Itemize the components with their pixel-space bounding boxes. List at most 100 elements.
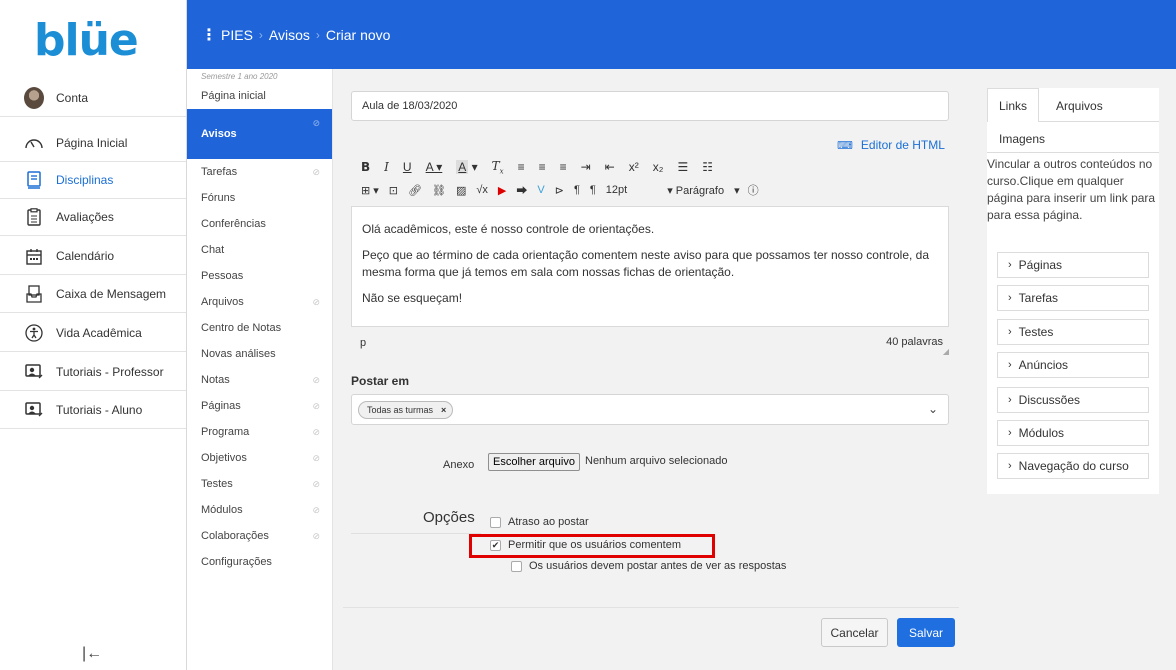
title-input[interactable] (351, 91, 949, 121)
breadcrumb-avisos[interactable]: Avisos (269, 27, 310, 43)
gnav-label: Avaliações (56, 210, 114, 224)
link-group-paginas[interactable]: › Páginas (997, 252, 1149, 278)
font-size-select[interactable]: 12pt (606, 184, 627, 196)
gnav-item-pagina-inicial[interactable]: Página Inicial (0, 125, 186, 162)
unlink-icon[interactable]: ⛓︎ (432, 184, 446, 197)
breadcrumb: PIES › Avisos › Criar novo (221, 27, 390, 43)
tab-links[interactable]: Links (999, 99, 1027, 113)
embed-icon[interactable]: ⮕ (516, 182, 527, 198)
rtl-icon[interactable]: ¶ (590, 184, 596, 196)
cancel-button[interactable]: Cancelar (821, 618, 888, 647)
html-editor-link[interactable]: ⌨ Editor de HTML (837, 138, 945, 152)
course-nav-avisos[interactable]: Avisos ⊘ (187, 109, 332, 159)
course-nav-centro-de-notas[interactable]: Centro de Notas (187, 315, 332, 341)
checkbox[interactable] (511, 560, 522, 572)
course-nav-label: Centro de Notas (201, 322, 282, 334)
link-group-anuncios[interactable]: › Anúncios (997, 352, 1149, 378)
dashboard-gauge-icon (24, 133, 44, 153)
breadcrumb-pies[interactable]: PIES (221, 27, 253, 43)
course-nav-novas-analises[interactable]: Novas análises (187, 341, 332, 367)
youtube-icon[interactable]: ▶ (498, 184, 506, 197)
chip-remove-icon[interactable]: × (441, 405, 446, 415)
hidden-eye-icon: ⊘ (312, 400, 320, 411)
bullet-list-icon[interactable]: ☰ (677, 160, 688, 174)
chevron-down-icon[interactable]: ⌄ (928, 402, 938, 416)
link-group-tarefas[interactable]: › Tarefas (997, 285, 1149, 311)
link-group-navegacao[interactable]: › Navegação do curso (997, 453, 1149, 479)
course-nav-pagina-inicial[interactable]: Página inicial (187, 83, 332, 109)
gnav-item-conta[interactable]: Conta (0, 80, 186, 117)
option-postar-antes[interactable]: Os usuários devem postar antes de ver as… (511, 560, 786, 572)
link-group-testes[interactable]: › Testes (997, 319, 1149, 345)
accessibility-checker-icon[interactable]: ⓘ (748, 182, 759, 198)
save-button[interactable]: Salvar (897, 618, 955, 647)
underline-button[interactable]: U (403, 160, 412, 174)
gnav-item-tutoriais-professor[interactable]: Tutoriais - Professor (0, 354, 186, 391)
link-icon[interactable]: 🔗︎ (408, 184, 422, 197)
course-nav-notas[interactable]: Notas ⊘ (187, 367, 332, 393)
course-nav-pessoas[interactable]: Pessoas (187, 263, 332, 289)
course-nav-foruns[interactable]: Fóruns (187, 185, 332, 211)
gnav-item-disciplinas[interactable]: Disciplinas (0, 162, 186, 199)
format-select[interactable]: ▾ Parágrafo (667, 184, 724, 197)
course-nav-colaboracoes[interactable]: Colaborações ⊘ (187, 523, 332, 549)
indent-icon[interactable]: ⇥ (581, 160, 591, 174)
checkbox[interactable] (490, 516, 501, 528)
resize-handle-icon[interactable]: ◢ (943, 347, 949, 356)
rich-text-editor[interactable]: Olá acadêmicos, este é nosso controle de… (351, 206, 949, 327)
choose-file-button[interactable]: Escolher arquivo (488, 453, 580, 471)
course-nav-label: Chat (201, 244, 225, 256)
gnav-item-calendario[interactable]: Calendário (0, 238, 186, 275)
bold-button[interactable]: B (361, 160, 370, 174)
course-nav-chat[interactable]: Chat (187, 237, 332, 263)
table-icon[interactable]: ⊞ ▾ (361, 184, 379, 197)
align-right-icon[interactable]: ≡ (560, 160, 567, 174)
record-icon[interactable]: ⊳ (555, 184, 564, 197)
gnav-item-vida-academica[interactable]: Vida Acadêmica (0, 315, 186, 352)
outdent-icon[interactable]: ⇤ (605, 160, 615, 174)
course-nav-arquivos[interactable]: Arquivos ⊘ (187, 289, 332, 315)
course-nav-conferencias[interactable]: Conferências (187, 211, 332, 237)
course-nav-label: Arquivos (201, 296, 244, 308)
collapse-nav-icon[interactable]: |← (82, 645, 102, 663)
tab-imagens[interactable]: Imagens (999, 132, 1045, 146)
v-icon[interactable]: V (537, 184, 544, 196)
format-chevron-icon[interactable]: ▾ (734, 184, 740, 197)
option-label: Os usuários devem postar antes de ver as… (529, 560, 787, 572)
chevron-right-icon: › (1008, 292, 1012, 304)
gnav-item-caixa-de-mensagem[interactable]: Caixa de Mensagem (0, 276, 186, 313)
course-nav-modulos[interactable]: Módulos ⊘ (187, 497, 332, 523)
image-icon[interactable]: ▨ (456, 184, 466, 197)
ltr-icon[interactable]: ¶ (574, 184, 580, 196)
math-icon[interactable]: √x (476, 184, 488, 196)
clear-formatting-button[interactable]: Tx (492, 159, 504, 175)
align-center-icon[interactable]: ≡ (539, 160, 546, 174)
book-icon (24, 170, 44, 190)
tab-arquivos[interactable]: Arquivos (1056, 99, 1103, 113)
blue-logo[interactable]: blüe (34, 12, 152, 70)
numbered-list-icon[interactable]: ☷ (702, 160, 713, 174)
course-nav-configuracoes[interactable]: Configurações (187, 549, 332, 575)
course-nav-testes[interactable]: Testes ⊘ (187, 471, 332, 497)
course-nav-label: Fóruns (201, 192, 236, 204)
italic-button[interactable]: I (384, 160, 389, 174)
postar-em-select[interactable]: Todas as turmas × ⌄ (351, 394, 949, 425)
superscript-icon[interactable]: x² (629, 160, 639, 174)
link-group-label: Tarefas (1018, 291, 1059, 305)
subscript-icon[interactable]: x₂ (653, 160, 664, 174)
gnav-item-tutoriais-aluno[interactable]: Tutoriais - Aluno (0, 392, 186, 429)
course-nav-programa[interactable]: Programa ⊘ (187, 419, 332, 445)
course-nav-objetivos[interactable]: Objetivos ⊘ (187, 445, 332, 471)
text-color-button[interactable]: A ▾ (426, 160, 443, 174)
link-group-discussoes[interactable]: › Discussões (997, 387, 1149, 413)
course-nav-paginas[interactable]: Páginas ⊘ (187, 393, 332, 419)
section-chip[interactable]: Todas as turmas × (358, 401, 454, 419)
menu-icon[interactable]: ⋮ (201, 25, 217, 45)
course-nav-tarefas[interactable]: Tarefas ⊘ (187, 159, 332, 185)
option-atraso[interactable]: Atraso ao postar (490, 516, 589, 528)
link-group-modulos[interactable]: › Módulos (997, 420, 1149, 446)
background-color-button[interactable]: A ▾ (456, 160, 478, 174)
media-icon[interactable]: ⊡ (389, 184, 398, 197)
gnav-item-avaliacoes[interactable]: Avaliações (0, 199, 186, 236)
align-left-icon[interactable]: ≡ (518, 160, 525, 174)
